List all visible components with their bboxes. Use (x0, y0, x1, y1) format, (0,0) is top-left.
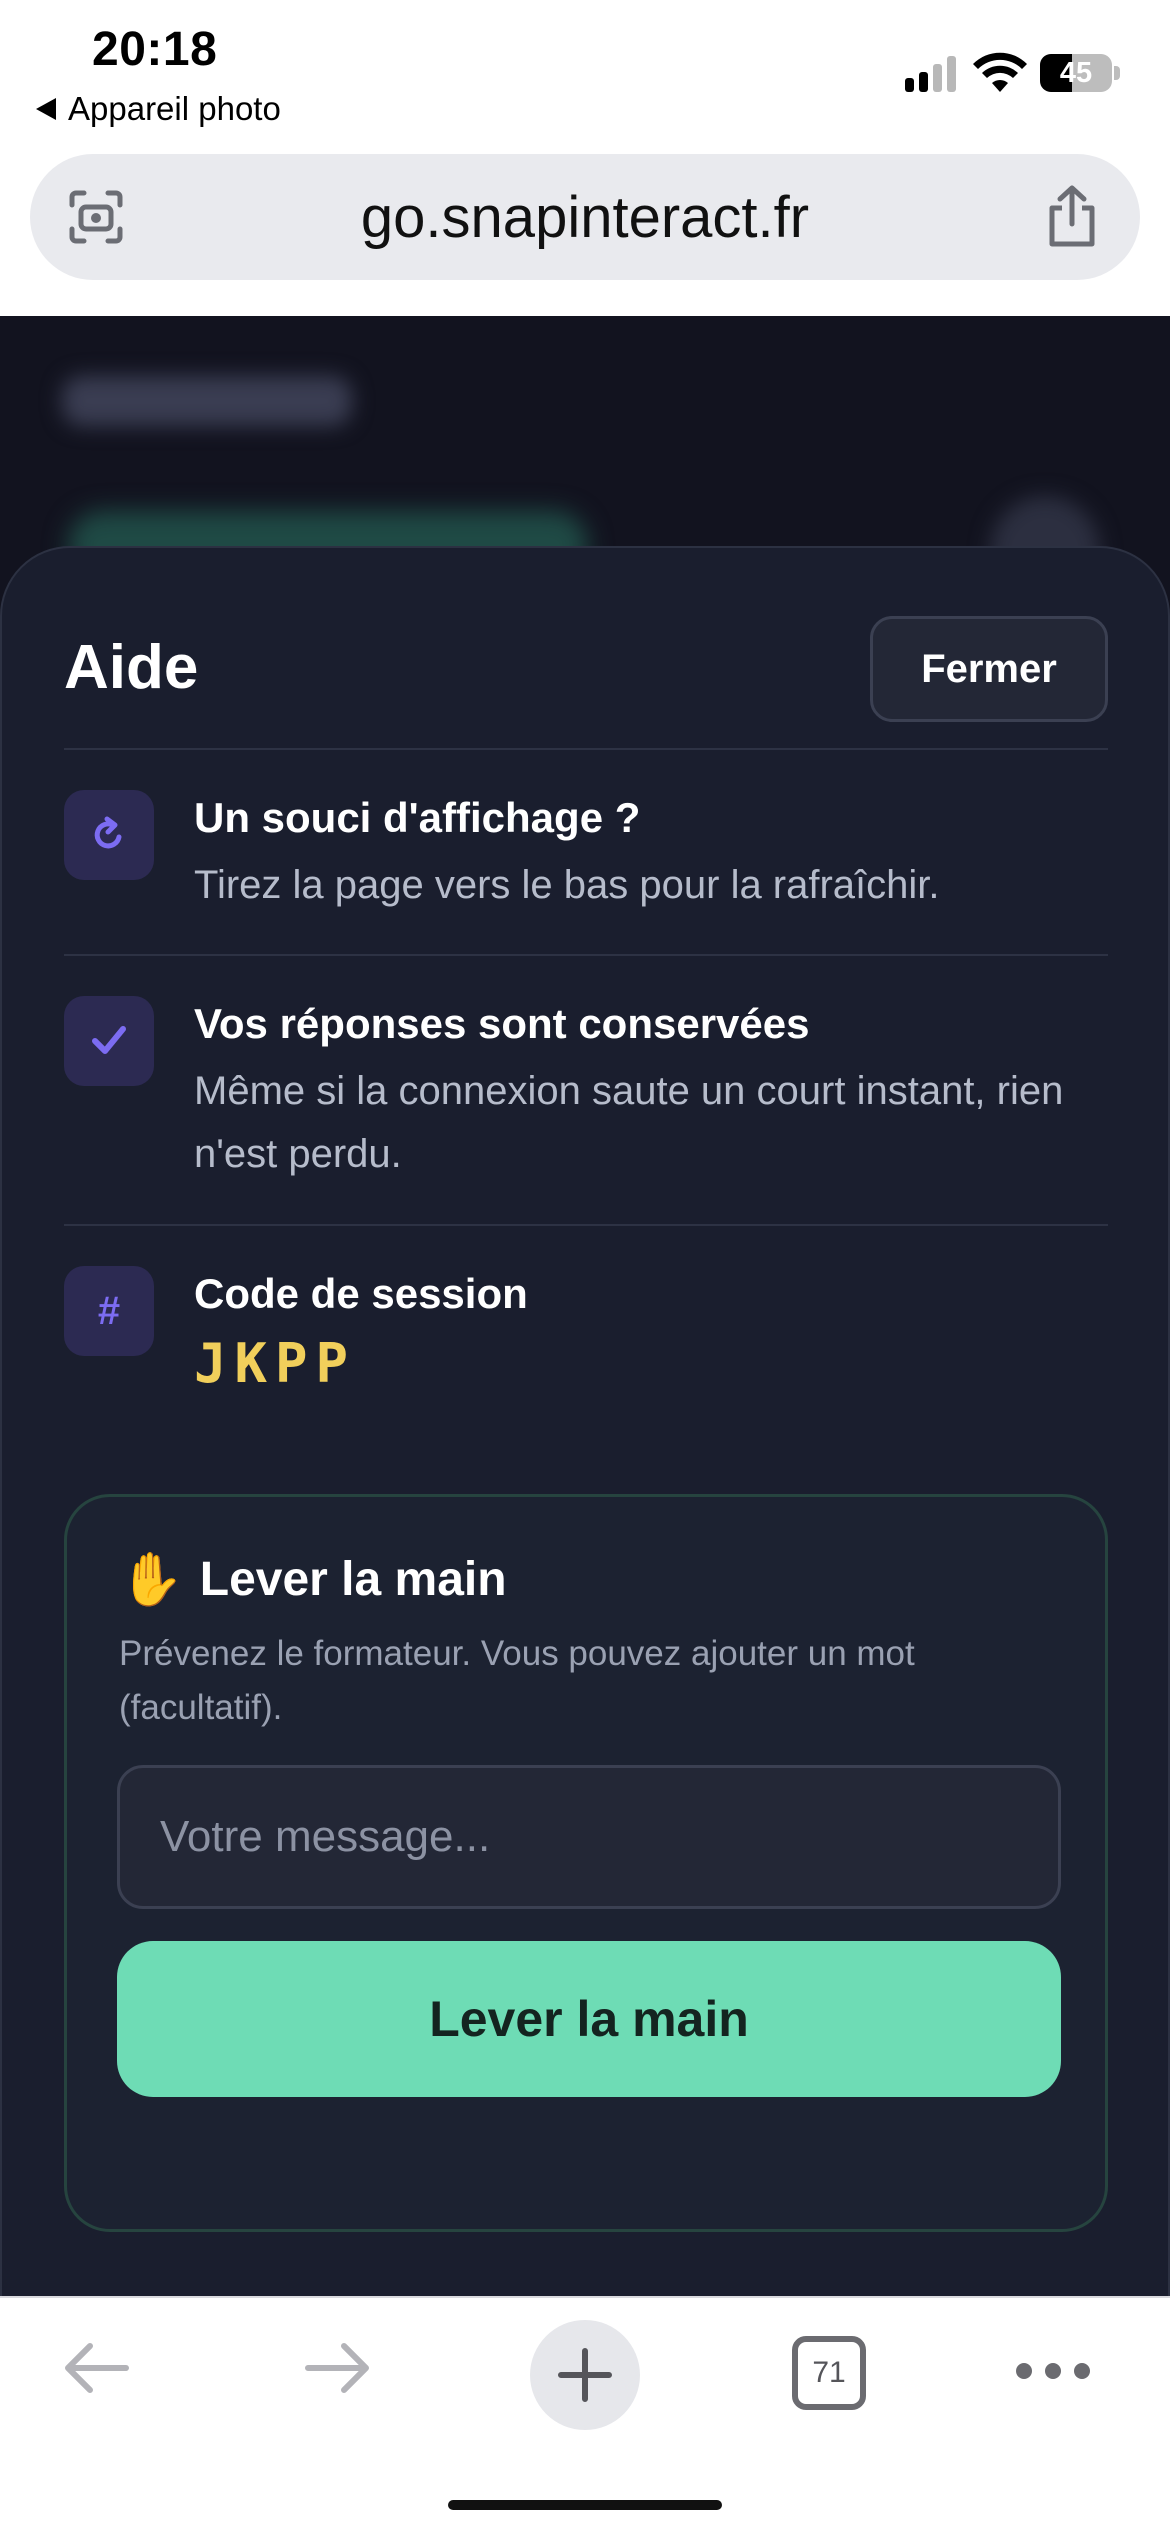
message-input[interactable] (117, 1765, 1061, 1909)
cellular-signal-icon (905, 56, 956, 92)
back-triangle-icon (36, 98, 56, 120)
help-item-title: Vos réponses sont conservées (194, 1000, 810, 1047)
close-button[interactable]: Fermer (870, 616, 1108, 722)
status-bar: 20:18 Appareil photo 45 (0, 0, 1170, 140)
refresh-icon (64, 790, 154, 880)
new-tab-button[interactable] (530, 2320, 640, 2430)
blurred-brand-logo (62, 376, 352, 426)
help-item-description: Tirez la page vers le bas pour la rafraî… (194, 863, 940, 907)
back-arrow-icon[interactable] (60, 2338, 132, 2398)
hash-icon: # (64, 1266, 154, 1356)
forward-arrow-icon[interactable] (302, 2338, 374, 2398)
battery-icon: 45 (1040, 54, 1112, 92)
status-time: 20:18 (92, 23, 218, 76)
browser-toolbar: 71 (0, 2296, 1170, 2532)
help-item-session-code: # Code de session JKPP (64, 1266, 1108, 1416)
raise-hand-card: ✋ Lever la main Prévenez le formateur. V… (64, 1494, 1108, 2232)
address-bar[interactable]: go.snapinteract.fr (30, 154, 1140, 280)
battery-level: 45 (1059, 56, 1093, 89)
session-code: JKPP (194, 1332, 357, 1395)
plus-icon (558, 2348, 612, 2402)
raise-hand-description: Prévenez le formateur. Vous pouvez ajout… (119, 1634, 915, 1727)
home-indicator (448, 2500, 722, 2510)
battery-nub (1114, 66, 1120, 80)
help-item-description: Même si la connexion saute un court inst… (194, 1069, 1064, 1176)
tabs-button[interactable]: 71 (792, 2336, 866, 2410)
help-item-refresh: Un souci d'affichage ? Tirez la page ver… (64, 790, 1108, 940)
url-text: go.snapinteract.fr (360, 184, 810, 250)
divider (64, 748, 1108, 750)
share-icon[interactable] (1044, 184, 1100, 248)
check-icon (64, 996, 154, 1086)
browser-url-area: go.snapinteract.fr (0, 140, 1170, 316)
divider (64, 1224, 1108, 1226)
wifi-icon (973, 52, 1027, 92)
raise-hand-button[interactable]: Lever la main (117, 1941, 1061, 2097)
help-item-title: Un souci d'affichage ? (194, 794, 641, 841)
back-to-app-link[interactable]: Appareil photo (36, 90, 281, 128)
help-item-title: Code de session (194, 1270, 528, 1317)
help-item-saved-answers: Vos réponses sont conservées Même si la … (64, 996, 1108, 1196)
raised-hand-icon: ✋ (119, 1551, 184, 1609)
divider (64, 954, 1108, 956)
help-sheet-title: Aide (64, 633, 199, 702)
help-sheet: Aide Fermer Un souci d'affichage ? Tirez… (0, 546, 1170, 2446)
back-app-label: Appareil photo (68, 90, 281, 127)
raise-hand-title-text: Lever la main (199, 1553, 507, 1606)
more-menu-icon[interactable] (1016, 2356, 1090, 2386)
raise-hand-title: ✋ Lever la main (119, 1549, 507, 1610)
